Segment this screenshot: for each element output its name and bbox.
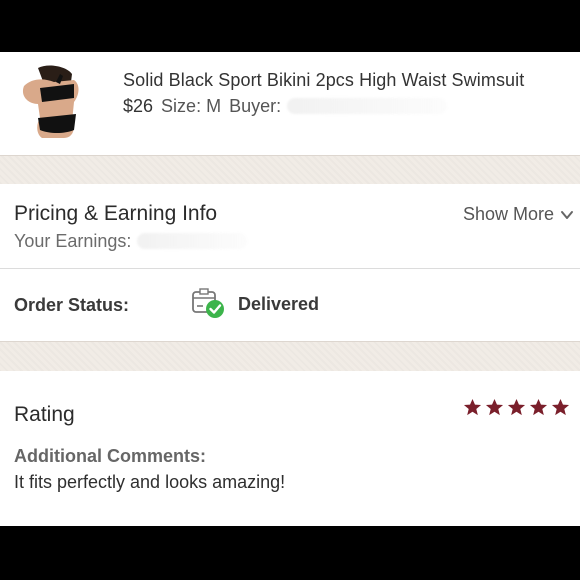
product-size: Size: M xyxy=(161,96,222,116)
star-icon xyxy=(551,398,570,416)
star-icon xyxy=(485,398,504,416)
redacted-buyer xyxy=(287,98,448,114)
product-title[interactable]: Solid Black Sport Bikini 2pcs High Waist… xyxy=(123,70,524,91)
chevron-down-icon xyxy=(561,210,573,219)
section-spacer xyxy=(0,341,580,373)
order-status-label: Order Status: xyxy=(14,295,130,315)
product-details: $26 Size: M Buyer: xyxy=(123,96,448,117)
product-price: $26 xyxy=(123,96,154,116)
show-more-button[interactable]: Show More xyxy=(463,204,574,225)
earnings-label-text: Your Earnings: xyxy=(14,231,132,251)
product-thumbnail[interactable] xyxy=(14,64,90,140)
buyer-label: Buyer: xyxy=(229,96,282,116)
additional-comments-label: Additional Comments: xyxy=(14,446,206,466)
rating-stars xyxy=(463,398,570,417)
rating-title: Rating xyxy=(14,403,75,426)
earnings-label: Your Earnings: xyxy=(14,231,248,252)
star-icon xyxy=(529,398,548,416)
divider xyxy=(0,268,580,269)
package-delivered-icon xyxy=(192,288,224,318)
pricing-title: Pricing & Earning Info xyxy=(14,202,218,225)
buyer-comment: It fits perfectly and looks amazing! xyxy=(14,472,286,492)
star-icon xyxy=(507,398,526,416)
show-more-label: Show More xyxy=(462,204,554,224)
order-status-value: Delivered xyxy=(238,294,320,314)
redacted-earnings xyxy=(137,233,248,249)
star-icon xyxy=(463,398,482,416)
section-spacer xyxy=(0,155,580,185)
